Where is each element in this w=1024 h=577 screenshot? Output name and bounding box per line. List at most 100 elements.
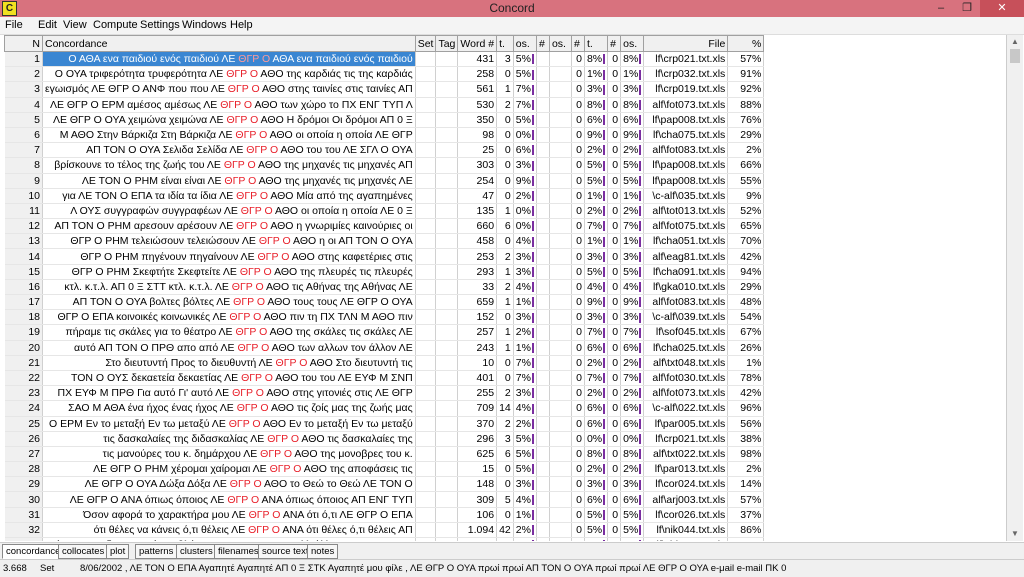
- tab-filenames[interactable]: filenames: [214, 544, 263, 559]
- tag-cell[interactable]: [435, 324, 459, 341]
- set-cell[interactable]: [415, 416, 437, 432]
- tag-cell[interactable]: [435, 309, 459, 326]
- table-row[interactable]: 1Ο ΑΘΑ ενα παιδιού ενός παιδιού ΛΕ ΘΓΡ Ο…: [4, 51, 765, 68]
- concordance-line[interactable]: τις μανούρες του κ. δημάρχου ΛΕ ΘΓΡ Ο ΑΘ…: [42, 446, 416, 463]
- tag-cell[interactable]: [435, 279, 459, 296]
- table-row[interactable]: 25 Ο ΕΡΜ Εν το μεταξή Εν τω μεταξύ ΛΕ ΘΓΡ…: [4, 416, 765, 432]
- tab-collocates[interactable]: collocates: [58, 544, 109, 559]
- tab-clusters[interactable]: clusters: [176, 544, 217, 559]
- tag-cell[interactable]: [435, 173, 459, 189]
- concordance-line[interactable]: Ο ΟΥΑ τριφερότητα τρυφερότητα ΛΕ ΘΓΡ Ο Α…: [42, 66, 416, 83]
- set-cell[interactable]: [415, 66, 437, 83]
- tag-cell[interactable]: [435, 507, 459, 523]
- set-cell[interactable]: [415, 340, 437, 356]
- set-cell[interactable]: [415, 385, 437, 402]
- table-row[interactable]: 2Ο ΟΥΑ τριφερότητα τρυφερότητα ΛΕ ΘΓΡ Ο …: [4, 66, 765, 83]
- set-cell[interactable]: [415, 188, 437, 204]
- col-pct[interactable]: %: [727, 35, 765, 52]
- menu-edit[interactable]: Edit: [38, 19, 57, 31]
- set-cell[interactable]: [415, 522, 437, 539]
- set-cell[interactable]: [415, 142, 437, 159]
- col-d3[interactable]: #: [607, 35, 622, 52]
- concordance-line[interactable]: ΛΕ ΘΓΡ Ο ΟΥΑ χειμώνα χειμώνα ΛΕ ΘΓΡ Ο ΑΘ…: [42, 112, 416, 128]
- concordance-line[interactable]: ΠΧ ΕΥΦ Μ ΠΡΘ Για αυτό Γι' αυτό ΛΕ ΘΓΡ Ο …: [42, 385, 416, 402]
- table-row[interactable]: 15 ΘΓΡ Ο ΡΗΜ Σκεφτήτε Σκεφτείτε ΛΕ ΘΓΡ Ο …: [4, 264, 765, 280]
- concordance-line[interactable]: Ο ΕΡΜ Εν το μεταξή Εν τω μεταξύ ΛΕ ΘΓΡ Ο…: [42, 416, 416, 432]
- concordance-line[interactable]: ΘΓΡ Ο ΕΠΑ κοινοικές κοινωνικές ΛΕ ΘΓΡ Ο …: [42, 309, 416, 326]
- tab-concordance[interactable]: concordance: [2, 544, 65, 559]
- set-cell[interactable]: [415, 233, 437, 250]
- table-row[interactable]: 16 κτλ. κ.τ.λ. ΑΠ 0 Ξ ΣΤΤ κτλ. κ.τ.λ. ΛΕ …: [4, 279, 765, 296]
- tag-cell[interactable]: [435, 385, 459, 402]
- col-file[interactable]: File: [643, 35, 729, 52]
- tag-cell[interactable]: [435, 355, 459, 371]
- tab-plot[interactable]: plot: [106, 544, 130, 559]
- tag-cell[interactable]: [435, 522, 459, 539]
- set-cell[interactable]: [415, 218, 437, 235]
- col-concordance[interactable]: Concordance: [42, 35, 416, 52]
- table-row[interactable]: 14 ΘΓΡ Ο ΡΗΜ πηγένουν πηγαίνουν ΛΕ ΘΓΡ Ο …: [4, 248, 765, 265]
- concordance-line[interactable]: πήραμε τις σκάλες για το θέατρο ΛΕ ΘΓΡ Ο…: [42, 324, 416, 341]
- set-cell[interactable]: [415, 400, 437, 417]
- concordance-line[interactable]: Όσον αφορά το χαρακτήρα μου ΛΕ ΘΓΡ Ο ΑΝΑ…: [42, 507, 416, 523]
- col-t1[interactable]: t.: [496, 35, 514, 52]
- col-word[interactable]: Word #: [457, 35, 498, 52]
- concordance-line[interactable]: κτλ. κ.τ.λ. ΑΠ 0 Ξ ΣΤΤ κτλ. κ.τ.λ. ΛΕ ΘΓ…: [42, 279, 416, 296]
- table-row[interactable]: 3 εγωισμός ΛΕ ΘΓΡ Ο ΑΝΦ που που ΛΕ ΘΓΡ Ο …: [4, 81, 765, 98]
- tag-cell[interactable]: [435, 446, 459, 463]
- set-cell[interactable]: [415, 461, 437, 478]
- set-cell[interactable]: [415, 157, 437, 174]
- tag-cell[interactable]: [435, 491, 459, 508]
- menu-view[interactable]: View: [63, 19, 87, 31]
- tag-cell[interactable]: [435, 66, 459, 83]
- table-row[interactable]: 5 ΛΕ ΘΓΡ Ο ΟΥΑ χειμώνα χειμώνα ΛΕ ΘΓΡ Ο Α…: [4, 112, 765, 128]
- table-row[interactable]: 21 Στο διευτυντή Προς το διευθυντή ΛΕ ΘΓΡ…: [4, 355, 765, 371]
- col-set[interactable]: Set: [414, 35, 437, 52]
- concordance-line[interactable]: βρίσκουνε το τέλος της ζωής του ΛΕ ΘΓΡ Ο…: [42, 157, 416, 174]
- col-os2[interactable]: os.: [548, 35, 572, 52]
- tag-cell[interactable]: [435, 188, 459, 204]
- col-d2[interactable]: #: [570, 35, 585, 52]
- concordance-line[interactable]: ΛΕ ΤΟΝ Ο ΡΗΜ είναι είναι ΛΕ ΘΓΡ Ο ΑΘΟ τη…: [42, 173, 416, 189]
- table-row[interactable]: 30 ΛΕ ΘΓΡ Ο ΑΝΑ όπιως όποιος ΛΕ ΘΓΡ Ο ΑΝΑ…: [4, 491, 765, 508]
- vertical-scrollbar[interactable]: ▲ ▼: [1006, 35, 1023, 541]
- concordance-line[interactable]: Ο ΑΘΑ ενα παιδιού ενός παιδιού ΛΕ ΘΓΡ Ο …: [42, 51, 416, 68]
- table-row[interactable]: 19 πήραμε τις σκάλες για το θέατρο ΛΕ ΘΓΡ…: [4, 324, 765, 341]
- tag-cell[interactable]: [435, 127, 459, 144]
- table-row[interactable]: 29 ΛΕ ΘΓΡ Ο ΟΥΑ Δώξα Δόξα ΛΕ ΘΓΡ Ο ΑΘΟ το…: [4, 476, 765, 493]
- tag-cell[interactable]: [435, 370, 459, 387]
- table-row[interactable]: 7 ΑΠ ΤΟΝ Ο ΟΥΑ Σελιδα Σελίδα ΛΕ ΘΓΡ Ο ΑΘΟ…: [4, 142, 765, 159]
- tag-cell[interactable]: [435, 81, 459, 98]
- tab-patterns[interactable]: patterns: [135, 544, 178, 559]
- set-cell[interactable]: [415, 507, 437, 523]
- tag-cell[interactable]: [435, 416, 459, 432]
- concordance-grid[interactable]: N Concordance Set Tag Word # t. os. # os…: [4, 35, 1005, 541]
- scroll-down-icon[interactable]: ▼: [1011, 529, 1019, 538]
- set-cell[interactable]: [415, 431, 437, 447]
- concordance-line[interactable]: Λ ΟΥΣ συγγραφών συγγραφέων ΛΕ ΘΓΡ Ο ΑΘΟ …: [42, 203, 416, 220]
- menu-file[interactable]: File: [5, 19, 23, 31]
- table-row[interactable]: 31 Όσον αφορά το χαρακτήρα μου ΛΕ ΘΓΡ Ο Α…: [4, 507, 765, 523]
- concordance-line[interactable]: για ΛΕ ΤΟΝ Ο ΕΠΑ τα ιδία τα ίδια ΛΕ ΘΓΡ …: [42, 188, 416, 204]
- set-cell[interactable]: [415, 173, 437, 189]
- col-os1[interactable]: os.: [512, 35, 537, 52]
- tag-cell[interactable]: [435, 461, 459, 478]
- tag-cell[interactable]: [435, 340, 459, 356]
- tag-cell[interactable]: [435, 51, 459, 68]
- tag-cell[interactable]: [435, 537, 459, 541]
- tag-cell[interactable]: [435, 248, 459, 265]
- concordance-line[interactable]: ΤΟΝ Ο ΟΥΣ δεκαετεία δεκαετίας ΛΕ ΘΓΡ Ο Α…: [42, 370, 416, 387]
- menu-settings[interactable]: Settings: [140, 19, 180, 31]
- concordance-line[interactable]: ΛΕ ΘΓΡ Ο ΡΗΜ χέρομαι χαίρομαι ΛΕ ΘΓΡ Ο Α…: [42, 461, 416, 478]
- tag-cell[interactable]: [435, 203, 459, 220]
- concordance-line[interactable]: τις δασκαλαίες της διδασκαλίας ΛΕ ΘΓΡ Ο …: [42, 431, 416, 447]
- set-cell[interactable]: [415, 324, 437, 341]
- close-button[interactable]: ✕: [980, 0, 1024, 17]
- set-cell[interactable]: [415, 127, 437, 144]
- table-row[interactable]: 9 ΛΕ ΤΟΝ Ο ΡΗΜ είναι είναι ΛΕ ΘΓΡ Ο ΑΘΟ τ…: [4, 173, 765, 189]
- concordance-line[interactable]: ΣΑΟ Μ ΑΘΑ ένα ήχος ένας ήχος ΛΕ ΘΓΡ Ο ΑΘ…: [42, 400, 416, 417]
- scroll-up-icon[interactable]: ▲: [1011, 37, 1019, 46]
- tag-cell[interactable]: [435, 400, 459, 417]
- set-cell[interactable]: [415, 370, 437, 387]
- table-row[interactable]: 20 αυτό ΑΠ ΤΟΝ Ο ΠΡΘ απο από ΛΕ ΘΓΡ Ο ΑΘΟ…: [4, 340, 765, 356]
